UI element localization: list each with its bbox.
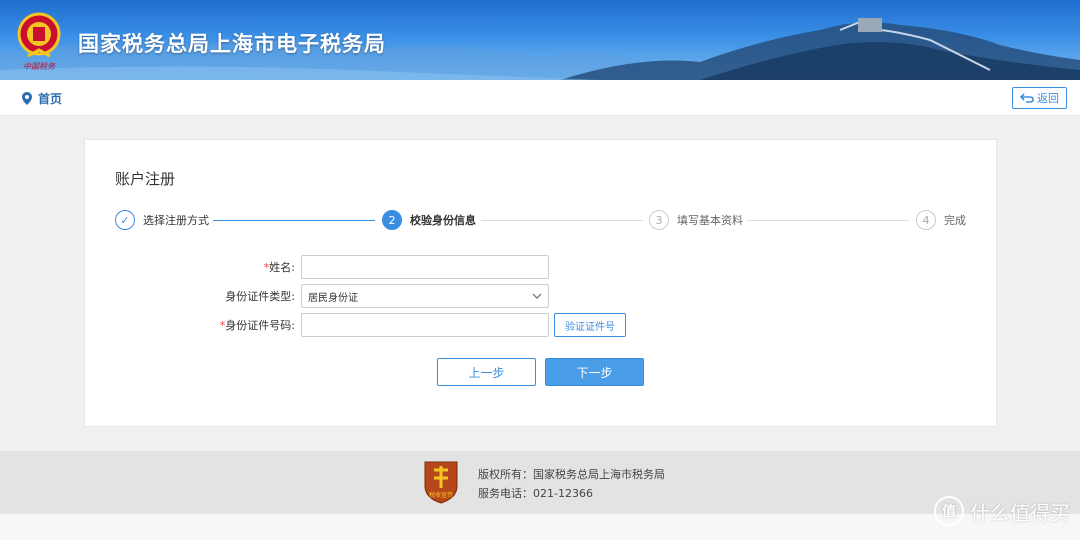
name-row: *姓名: (85, 255, 549, 279)
home-link[interactable]: 首页 (22, 90, 62, 107)
prev-step-button[interactable]: 上一步 (437, 358, 536, 386)
card-title: 账户注册 (115, 170, 176, 188)
back-label: 返回 (1037, 92, 1059, 105)
nav-bar: 首页 返回 (0, 80, 1080, 116)
step-connector (747, 220, 909, 221)
step-number: 2 (382, 210, 402, 230)
bottom-strip (0, 514, 1080, 540)
home-label: 首页 (38, 92, 63, 106)
svg-text:中国税务: 中国税务 (23, 62, 56, 71)
step-label: 完成 (944, 214, 966, 227)
step-label: 校验身份信息 (410, 214, 476, 227)
footer: 税收宣传 版权所有：国家税务总局上海市税务局 服务电话：021-12366 (0, 451, 1080, 514)
step-number: 4 (916, 210, 936, 230)
return-arrow-icon (1020, 93, 1034, 103)
step-1: ✓ 选择注册方式 (115, 210, 209, 230)
id-number-label: *身份证件号码: (85, 317, 301, 333)
id-number-input[interactable] (301, 313, 549, 337)
next-step-button[interactable]: 下一步 (545, 358, 644, 386)
location-pin-icon (22, 92, 32, 105)
check-icon: ✓ (115, 210, 135, 230)
watermark-text: 什么值得买 (970, 500, 1070, 525)
name-label-text: 姓名: (269, 261, 295, 274)
step-3: 3 填写基本资料 (649, 210, 743, 230)
copyright-text: 版权所有：国家税务总局上海市税务局 (478, 468, 665, 481)
id-number-label-text: 身份证件号码: (225, 319, 295, 332)
step-2: 2 校验身份信息 (382, 210, 476, 230)
back-button[interactable]: 返回 (1012, 87, 1067, 109)
footer-info: 版权所有：国家税务总局上海市税务局 服务电话：021-12366 (478, 465, 665, 503)
registration-card: 账户注册 ✓ 选择注册方式 2 校验身份信息 3 填写基本资料 4 完成 *姓名… (84, 139, 997, 427)
id-type-select[interactable]: 居民身份证 (301, 284, 549, 308)
chevron-down-icon (532, 293, 542, 299)
name-input[interactable] (301, 255, 549, 279)
id-type-label: 身份证件类型: (225, 290, 295, 303)
step-progress: ✓ 选择注册方式 2 校验身份信息 3 填写基本资料 4 完成 (115, 210, 967, 232)
header-banner: 中国税务 国家税务总局上海市电子税务局 (0, 0, 1080, 80)
id-type-value: 居民身份证 (308, 292, 358, 304)
tax-shield-logo-icon: 税收宣传 (423, 460, 459, 504)
service-phone: 服务电话：021-12366 (478, 487, 593, 500)
step-label: 选择注册方式 (143, 214, 209, 227)
site-title: 国家税务总局上海市电子税务局 (78, 32, 386, 56)
watermark: 值 什么值得买 (934, 496, 1070, 526)
step-connector (481, 220, 643, 221)
step-connector (213, 220, 375, 221)
svg-text:税收宣传: 税收宣传 (429, 491, 453, 499)
id-type-row: 身份证件类型: 居民身份证 (85, 284, 549, 308)
step-label: 填写基本资料 (677, 214, 743, 227)
step-number: 3 (649, 210, 669, 230)
verify-id-button[interactable]: 验证证件号 (554, 313, 626, 337)
name-label: *姓名: (85, 259, 301, 275)
tax-emblem-icon: 中国税务 (14, 10, 64, 72)
watermark-badge-icon: 值 (934, 496, 964, 526)
step-4: 4 完成 (916, 210, 966, 230)
id-number-row: *身份证件号码: 验证证件号 (85, 313, 626, 337)
